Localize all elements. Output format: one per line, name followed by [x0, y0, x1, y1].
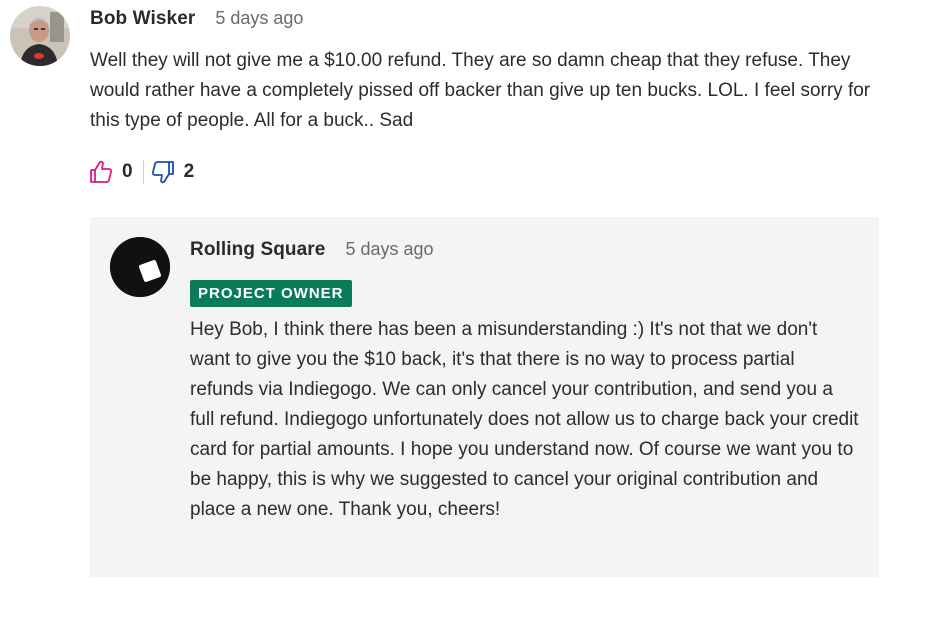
author-name[interactable]: Bob Wisker	[90, 8, 195, 30]
like-count: 0	[122, 161, 133, 182]
timestamp: 5 days ago	[345, 239, 434, 259]
comment-text: Well they will not give me a $10.00 refu…	[90, 50, 871, 131]
comment-thread: Bob Wisker 5 days ago Well they will not…	[0, 0, 928, 626]
user-photo-icon	[10, 6, 70, 66]
comment-header: Bob Wisker 5 days ago	[90, 8, 303, 34]
reply-text: Hey Bob, I think there has been a misund…	[190, 319, 859, 520]
avatar[interactable]	[10, 6, 70, 66]
avatar[interactable]	[110, 237, 170, 297]
like-button[interactable]: 0	[88, 159, 133, 185]
reply-header: Rolling Square 5 days ago	[190, 239, 434, 265]
dislike-button[interactable]: 2	[150, 159, 195, 185]
vote-bar: 0 2	[88, 158, 194, 186]
divider	[142, 160, 144, 184]
thumbs-down-icon	[151, 161, 174, 184]
reply: Rolling Square 5 days ago PROJECT OWNER …	[90, 217, 879, 577]
thumbs-up-icon	[90, 160, 112, 183]
dislike-count: 2	[183, 161, 195, 182]
rolling-square-logo-icon	[110, 237, 170, 297]
author-name[interactable]: Rolling Square	[190, 239, 325, 261]
project-owner-badge: PROJECT OWNER	[190, 280, 352, 307]
timestamp: 5 days ago	[215, 8, 304, 28]
